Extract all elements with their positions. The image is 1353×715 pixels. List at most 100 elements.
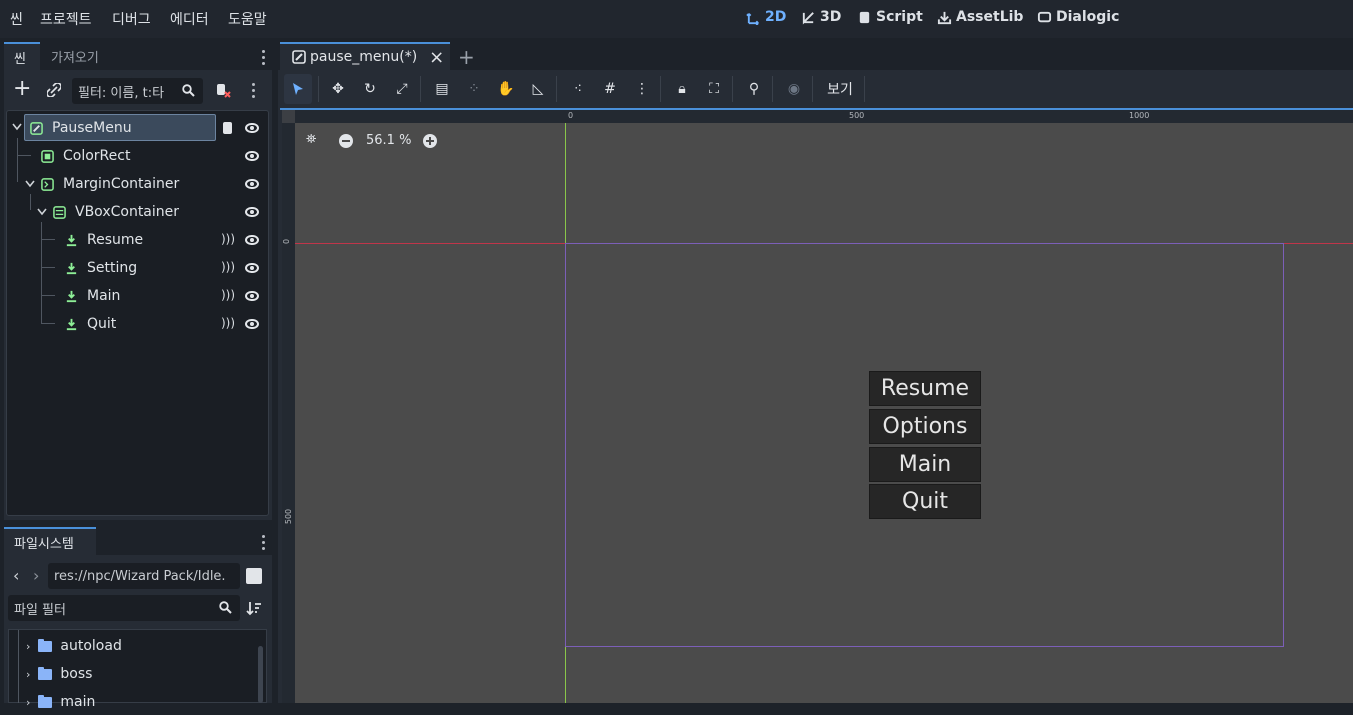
menu-scene[interactable]: 씬 (10, 9, 23, 29)
folder-row-main[interactable]: › main (26, 689, 95, 715)
tree-guide (30, 194, 31, 210)
button-icon (66, 318, 77, 330)
visibility-eye-icon[interactable] (245, 291, 259, 301)
menu-bar: 씬 프로젝트 디버그 에디터 도움말 2D 3D Script AssetLib… (0, 0, 1353, 38)
folder-row-autoload[interactable]: › autoload (26, 633, 122, 659)
bone-icon[interactable]: ⚲ (740, 74, 768, 104)
tab-import[interactable]: 가져오기 (41, 42, 109, 70)
lock-icon[interactable]: 🔒︎ (668, 74, 696, 104)
signal-icon[interactable]: ))) (221, 316, 235, 330)
new-tab-icon[interactable]: + (458, 45, 475, 69)
button-icon (66, 290, 77, 302)
tree-node-margincontainer[interactable]: MarginContainer (41, 171, 179, 197)
tree-node-label: Resume (87, 232, 144, 248)
signal-icon[interactable]: ))) (221, 288, 235, 302)
select-tool-icon[interactable] (284, 74, 312, 104)
ruler-top-label: 1000 (1129, 111, 1150, 120)
menu-debug[interactable]: 디버그 (112, 9, 151, 29)
tree-node-quit[interactable]: Quit (65, 311, 116, 337)
colorrect-icon (41, 149, 54, 163)
add-node-icon[interactable]: + (13, 78, 31, 100)
path-field[interactable]: res://npc/Wizard Pack/Idle. (48, 563, 240, 589)
scene-dock-menu-icon[interactable] (262, 50, 266, 68)
move-tool-icon[interactable]: ✥ (324, 74, 352, 104)
workspace-2d-label: 2D (765, 9, 787, 25)
tree-node-colorrect[interactable]: ColorRect (41, 143, 130, 169)
workspace-dialogic-label: Dialogic (1056, 9, 1120, 25)
visibility-eye-icon[interactable] (245, 319, 259, 329)
close-icon[interactable]: × (429, 47, 444, 68)
visibility-eye-icon[interactable] (245, 123, 259, 133)
folder-row-boss[interactable]: › boss (26, 661, 92, 687)
pivot-tool-icon[interactable]: ⁘ (460, 74, 488, 104)
tab-filesystem[interactable]: 파일시스템 (4, 527, 96, 555)
workspace-assetlib-button[interactable]: AssetLib (937, 9, 1023, 25)
workspace-script-button[interactable]: Script (857, 9, 923, 25)
2d-icon (746, 12, 759, 25)
visibility-eye-icon[interactable] (245, 179, 259, 189)
signal-icon[interactable]: ))) (221, 260, 235, 274)
grid-snap-icon[interactable]: # (596, 74, 624, 104)
chevron-down-icon[interactable] (37, 208, 47, 216)
zoom-out-icon[interactable] (339, 134, 353, 148)
scale-tool-icon[interactable]: ⤢ (388, 74, 416, 104)
tree-node-main[interactable]: Main (65, 283, 120, 309)
signal-icon[interactable]: ))) (221, 232, 235, 246)
workspace-dialogic-button[interactable]: Dialogic (1037, 9, 1119, 25)
view-menu-button[interactable]: 보기 (822, 74, 858, 104)
smart-snap-icon[interactable]: ⁖ (564, 74, 592, 104)
tree-node-label: MarginContainer (63, 176, 180, 192)
tree-node-setting[interactable]: Setting (65, 255, 137, 281)
group-icon[interactable]: ⛶ (700, 74, 728, 104)
split-mode-icon[interactable] (246, 568, 262, 584)
zoom-in-icon[interactable] (423, 134, 437, 148)
tree-node-resume[interactable]: Resume (65, 227, 143, 253)
script-attached-icon[interactable] (221, 121, 235, 135)
pan-tool-icon[interactable]: ✋ (492, 74, 520, 104)
tab-scene[interactable]: 씬 (4, 42, 40, 70)
canvas-viewport[interactable]: ⛯ 56.1 % Resume Options Main Quit (295, 123, 1353, 703)
workspace-3d-label: 3D (820, 9, 842, 25)
zoom-level[interactable]: 56.1 % (366, 133, 411, 148)
scrollbar[interactable] (258, 646, 263, 703)
tree-guide (41, 295, 55, 296)
scene-tab-pause-menu[interactable]: pause_menu(*) × (280, 42, 450, 70)
center-view-icon[interactable]: ⛯ (306, 132, 316, 147)
menu-help[interactable]: 도움말 (228, 9, 267, 29)
back-icon[interactable]: ‹ (13, 566, 19, 585)
chevron-right-icon[interactable]: › (26, 668, 30, 681)
detach-script-icon[interactable] (215, 82, 231, 98)
game-options-button[interactable]: Options (869, 409, 981, 444)
filesystem-menu-icon[interactable] (262, 535, 266, 553)
folder-icon (38, 638, 53, 652)
chevron-down-icon[interactable] (12, 123, 22, 131)
game-main-button[interactable]: Main (869, 447, 981, 482)
ruler-tool-icon[interactable]: ◺ (524, 74, 552, 104)
camera-override-icon[interactable]: ◉ (780, 74, 808, 104)
game-quit-button[interactable]: Quit (869, 484, 981, 519)
forward-icon[interactable]: › (33, 566, 39, 585)
workspace-2d-button[interactable]: 2D (746, 9, 786, 25)
menu-project[interactable]: 프로젝트 (40, 9, 92, 29)
visibility-eye-icon[interactable] (245, 235, 259, 245)
workspace-3d-button[interactable]: 3D (801, 9, 841, 25)
visibility-eye-icon[interactable] (245, 151, 259, 161)
list-select-icon[interactable]: ▤ (428, 74, 456, 104)
visibility-eye-icon[interactable] (245, 207, 259, 217)
chevron-right-icon[interactable]: › (26, 696, 30, 709)
chevron-right-icon[interactable]: › (26, 640, 30, 653)
visibility-eye-icon[interactable] (245, 263, 259, 273)
game-resume-button[interactable]: Resume (869, 371, 981, 406)
file-filter-input[interactable]: 파일 필터 (8, 595, 240, 621)
chevron-down-icon[interactable] (25, 180, 35, 188)
tree-guide (41, 267, 55, 268)
link-icon[interactable] (47, 83, 61, 97)
tree-node-vboxcontainer[interactable]: VBoxContainer (53, 199, 179, 225)
rotate-tool-icon[interactable]: ↻ (356, 74, 384, 104)
tree-node-pausemenu[interactable]: PauseMenu (30, 115, 132, 141)
snap-options-icon[interactable]: ⋮ (628, 74, 656, 104)
tree-guide (17, 155, 31, 156)
menu-editor[interactable]: 에디터 (170, 9, 209, 29)
sort-icon[interactable] (246, 600, 262, 616)
scene-tree-menu-icon[interactable] (252, 83, 256, 101)
